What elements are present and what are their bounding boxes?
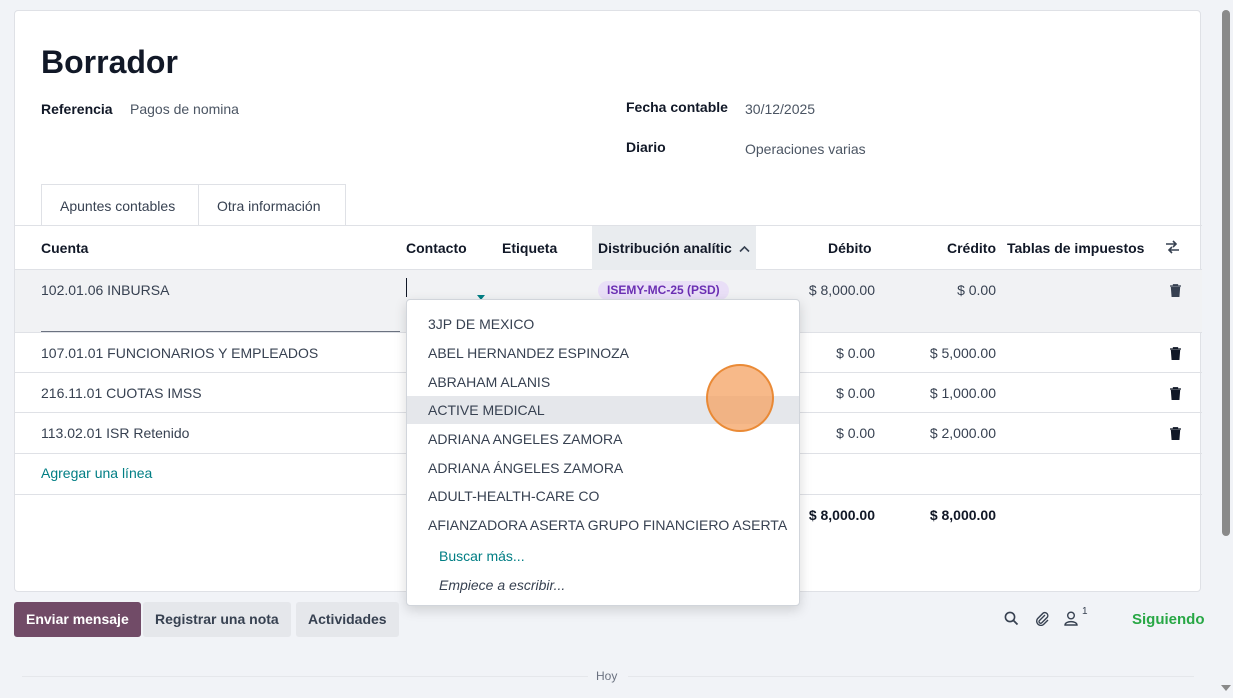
col-label[interactable]: Etiqueta (502, 226, 557, 270)
timeline-separator-right (628, 676, 1194, 677)
table-header: Cuenta Contacto Etiqueta Distribución an… (15, 226, 1202, 270)
send-message-button[interactable]: Enviar mensaje (14, 602, 141, 637)
row-account[interactable]: 107.01.01 FUNCIONARIOS Y EMPLEADOS (41, 345, 318, 361)
dropdown-option[interactable]: 3JP DE MEXICO (407, 310, 799, 338)
search-icon[interactable] (1004, 611, 1019, 629)
row-account[interactable]: 113.02.01 ISR Retenido (41, 425, 189, 441)
followers-count: 1 (1082, 606, 1088, 617)
tab-journal-items[interactable]: Apuntes contables (41, 184, 199, 226)
contact-input[interactable] (406, 278, 500, 298)
record-status-title: Borrador (41, 44, 178, 80)
click-indicator (706, 364, 774, 432)
reference-field[interactable]: Pagos de nomina (130, 101, 239, 117)
contact-autocomplete-dropdown: 3JP DE MEXICO ABEL HERNANDEZ ESPINOZA AB… (406, 299, 800, 606)
row-credit[interactable]: $ 0.00 (895, 282, 996, 298)
log-note-button[interactable]: Registrar una nota (143, 602, 291, 637)
total-credit: $ 8,000.00 (929, 507, 996, 523)
following-button[interactable]: Siguiendo (1132, 611, 1205, 628)
scrollbar-thumb[interactable] (1222, 10, 1230, 536)
dropdown-option[interactable]: AFIANZADORA ASERTA GRUPO FINANCIERO ASER… (407, 511, 799, 539)
followers-icon[interactable] (1064, 611, 1078, 629)
account-input-underline (41, 331, 400, 332)
trash-icon[interactable] (1170, 284, 1181, 298)
dropdown-option[interactable]: ABEL HERNANDEZ ESPINOZA (407, 339, 799, 367)
col-credit[interactable]: Crédito (947, 226, 996, 270)
column-settings-icon[interactable] (1165, 240, 1180, 257)
journal-field[interactable]: Operaciones varias (745, 141, 866, 157)
col-contact[interactable]: Contacto (406, 226, 467, 270)
trash-icon[interactable] (1170, 347, 1181, 361)
today-separator-label: Hoy (596, 669, 618, 683)
tab-other-info[interactable]: Otra información (199, 184, 346, 226)
col-debit[interactable]: Débito (828, 226, 872, 270)
scroll-down-arrow[interactable] (1221, 685, 1231, 691)
activities-button[interactable]: Actividades (296, 602, 399, 637)
chevron-up-icon (739, 226, 750, 270)
row-account[interactable]: 102.01.06 INBURSA (41, 282, 169, 298)
accounting-date-field[interactable]: 30/12/2025 (745, 101, 815, 117)
analytic-tag-badge[interactable]: ISEMY-MC-25 (PSD) (598, 281, 729, 300)
row-debit[interactable]: $ 8,000.00 (775, 282, 875, 298)
add-line-link[interactable]: Agregar una línea (41, 465, 152, 481)
row-credit[interactable]: $ 5,000.00 (895, 345, 996, 361)
start-typing-hint: Empiece a escribir... (439, 577, 566, 593)
dropdown-option[interactable]: ADRIANA ÁNGELES ZAMORA (407, 454, 799, 482)
dropdown-option[interactable]: ADULT-HEALTH-CARE CO (407, 482, 799, 510)
timeline-separator-left (22, 676, 588, 677)
col-taxes[interactable]: Tablas de impuestos (1007, 226, 1144, 270)
paperclip-icon[interactable] (1035, 611, 1050, 629)
reference-label: Referencia (41, 101, 113, 117)
search-more-link[interactable]: Buscar más... (439, 548, 525, 564)
col-analytic-label: Distribución analític (598, 240, 732, 256)
col-analytic[interactable]: Distribución analític (592, 226, 756, 270)
trash-icon[interactable] (1170, 427, 1181, 441)
accounting-date-label: Fecha contable (626, 99, 728, 115)
row-account[interactable]: 216.11.01 CUOTAS IMSS (41, 385, 202, 401)
trash-icon[interactable] (1170, 387, 1181, 401)
journal-label: Diario (626, 139, 666, 155)
row-credit[interactable]: $ 2,000.00 (895, 425, 996, 441)
row-credit[interactable]: $ 1,000.00 (895, 385, 996, 401)
col-account[interactable]: Cuenta (41, 226, 88, 270)
